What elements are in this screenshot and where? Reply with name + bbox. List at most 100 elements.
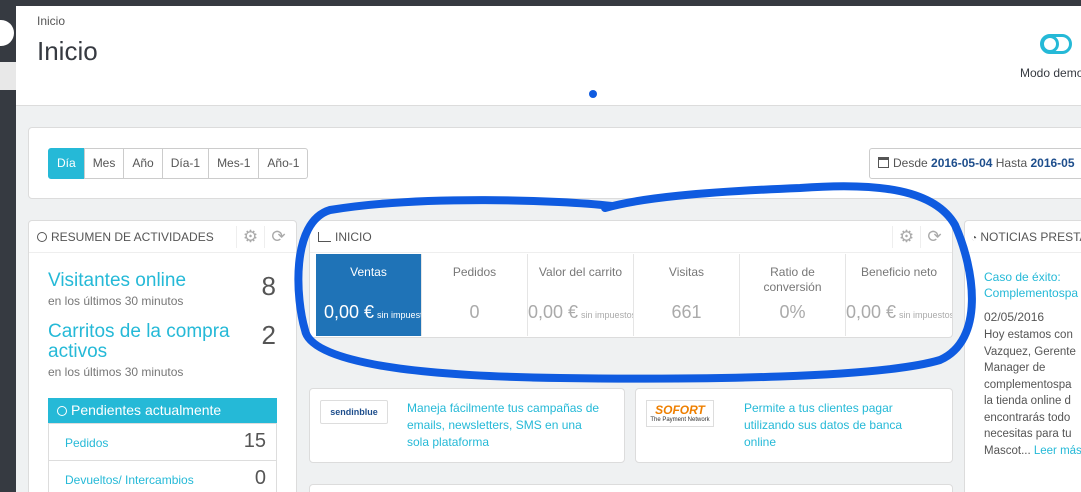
kpi-row: Ventas 0,00 €sin impuestos Pedidos 0 Val… — [316, 254, 952, 336]
kpi-net-profit[interactable]: Beneficio neto 0,00 € sin impuestos — [846, 254, 952, 336]
promo-text[interactable]: Maneja fácilmente tus campañas de emails… — [407, 400, 607, 451]
kpi-conversion[interactable]: Ratio de conversión 0% — [740, 254, 846, 336]
period-button-group: Día Mes Año Día-1 Mes-1 Año-1 — [48, 148, 309, 179]
kpi-value: 0,00 €sin impuestos — [846, 302, 952, 323]
pending-list: Pedidos 15 Devueltos/ Intercambios 0 — [48, 423, 277, 492]
clock-icon — [37, 232, 47, 242]
activity-panel-header: RESUMEN DE ACTIVIDADES ⚙ ⟳ — [29, 221, 296, 253]
pending-row-returns[interactable]: Devueltos/ Intercambios 0 — [49, 460, 276, 492]
period-button-dia-1[interactable]: Día-1 — [161, 148, 210, 179]
kpi-label: Ratio de conversión — [763, 265, 822, 294]
period-button-ano-1[interactable]: Año-1 — [258, 148, 309, 179]
date-from-label: Desde — [893, 156, 928, 170]
news-line: Mascot... — [984, 444, 1031, 457]
bar-chart-icon — [318, 232, 331, 242]
visitors-online-value: 8 — [261, 271, 276, 301]
pending-row-orders[interactable]: Pedidos 15 — [49, 423, 276, 460]
visitors-online-sub: en los últimos 30 minutos — [48, 294, 184, 308]
period-button-mes[interactable]: Mes — [83, 148, 125, 179]
kpi-orders[interactable]: Pedidos 0 — [422, 254, 528, 336]
kpi-suffix: sin impuestos — [377, 310, 421, 320]
news-panel-header: ◔ NOTICIAS PRESTASHOP — [965, 221, 1081, 253]
sofort-logo-main: SOFORT — [655, 403, 705, 417]
visitors-online-link[interactable]: Visitantes online — [48, 271, 228, 291]
news-line: complementospa — [984, 378, 1072, 391]
kpi-value: 0% — [779, 302, 806, 322]
clock-icon — [57, 406, 67, 416]
promo-sofort[interactable]: SOFORT The Payment Network Permite a tus… — [635, 388, 953, 463]
kpi-label: Visitas — [668, 265, 705, 279]
kpi-sales[interactable]: Ventas 0,00 €sin impuestos — [316, 254, 422, 336]
kpi-suffix: sin impuestos — [581, 310, 634, 320]
activity-panel: RESUMEN DE ACTIVIDADES ⚙ ⟳ Visitantes on… — [28, 220, 297, 492]
active-carts-block: Carritos de la compra activos en los últ… — [48, 322, 258, 380]
loading-dot — [589, 90, 597, 98]
news-last-line: Mascot... Leer más — [984, 443, 1081, 460]
period-button-ano[interactable]: Año — [123, 148, 163, 179]
news-item-title[interactable]: Caso de éxito: Complementospa — [984, 269, 1081, 301]
date-to-label: Hasta — [995, 156, 1028, 170]
kpi-label: Beneficio neto — [860, 265, 938, 279]
kpi-cart-value[interactable]: Valor del carrito 0,00 € sin impuestos — [528, 254, 634, 336]
news-line: necesitas para tu — [984, 428, 1072, 440]
toggle-knob — [1041, 35, 1059, 53]
pending-title: Pendientes actualmente — [71, 402, 222, 418]
kpi-value-number: 0,00 € — [528, 302, 579, 322]
sofort-logo-sub: The Payment Network — [650, 417, 710, 423]
date-from: 2016-05-04 — [931, 156, 993, 170]
date-filter-panel: Día Mes Año Día-1 Mes-1 Año-1 Desde 2016… — [28, 127, 1081, 199]
panel-actions: ⚙ ⟳ — [236, 226, 292, 248]
refresh-icon[interactable]: ⟳ — [920, 226, 948, 248]
panel-actions: ⚙ ⟳ — [892, 226, 948, 248]
rss-icon: ◔ — [971, 233, 978, 244]
pending-header: Pendientes actualmente — [48, 398, 277, 423]
kpi-label: Pedidos — [452, 265, 497, 279]
news-line: encontrarás todo — [984, 411, 1071, 424]
pending-value: 15 — [243, 430, 266, 452]
sidebar-item-active[interactable] — [0, 62, 16, 90]
news-panel: ◔ NOTICIAS PRESTASHOP Caso de éxito: Com… — [964, 220, 1081, 492]
pending-label[interactable]: Pedidos — [65, 436, 108, 450]
kpi-suffix: sin impuestos — [899, 310, 952, 320]
sendinblue-logo: sendinblue — [320, 400, 388, 424]
bottom-panel — [309, 484, 953, 492]
pending-label[interactable]: Devueltos/ Intercambios — [65, 473, 194, 487]
demo-mode-toggle[interactable] — [1040, 34, 1072, 54]
kpi-title: INICIO — [335, 230, 372, 244]
calendar-icon — [878, 157, 889, 168]
period-button-mes-1[interactable]: Mes-1 — [208, 148, 260, 179]
date-range-picker[interactable]: Desde 2016-05-04 Hasta 2016-05 — [869, 148, 1081, 179]
breadcrumb[interactable]: Inicio — [37, 14, 65, 28]
pending-value: 0 — [254, 467, 266, 489]
active-carts-link[interactable]: Carritos de la compra activos — [48, 322, 258, 362]
kpi-value-number: 0,00 € — [324, 302, 375, 322]
gear-icon[interactable]: ⚙ — [236, 226, 264, 248]
kpi-visits[interactable]: Visitas 661 — [634, 254, 740, 336]
promo-sendinblue[interactable]: sendinblue Maneja fácilmente tus campaña… — [309, 388, 625, 463]
active-carts-sub: en los últimos 30 minutos — [48, 365, 184, 379]
news-line: Vazquez, Gerente — [984, 345, 1076, 358]
kpi-value-number: 0,00 € — [846, 302, 897, 322]
sofort-logo: SOFORT The Payment Network — [646, 400, 714, 427]
kpi-value: 0,00 €sin impuestos — [528, 302, 633, 323]
news-item-date: 02/05/2016 — [984, 310, 1045, 324]
active-carts-value: 2 — [261, 320, 276, 350]
sidebar — [0, 0, 16, 492]
kpi-value: 0 — [469, 302, 480, 322]
kpi-label: Valor del carrito — [538, 265, 623, 279]
period-button-dia[interactable]: Día — [48, 148, 85, 179]
kpi-panel-header: INICIO ⚙ ⟳ — [310, 221, 952, 253]
refresh-icon[interactable]: ⟳ — [264, 226, 292, 248]
kpi-value: 661 — [671, 302, 702, 322]
news-line: Manager de — [984, 362, 1046, 374]
news-item-body: Hoy estamos con Vazquez, Gerente Manager… — [984, 327, 1081, 459]
promo-text[interactable]: Permite a tus clientes pagar utilizando … — [744, 400, 934, 451]
read-more-link[interactable]: Leer más — [1034, 445, 1081, 457]
gear-icon[interactable]: ⚙ — [892, 226, 920, 248]
dashboard-kpi-panel: INICIO ⚙ ⟳ Ventas 0,00 €sin impuestos Pe… — [309, 220, 953, 338]
page-title: Inicio — [37, 36, 98, 66]
visitors-online-block: Visitantes online en los últimos 30 minu… — [48, 271, 228, 309]
sidebar-logo[interactable] — [0, 20, 14, 46]
date-to: 2016-05 — [1030, 156, 1075, 170]
news-line: la tienda online d — [984, 395, 1071, 407]
